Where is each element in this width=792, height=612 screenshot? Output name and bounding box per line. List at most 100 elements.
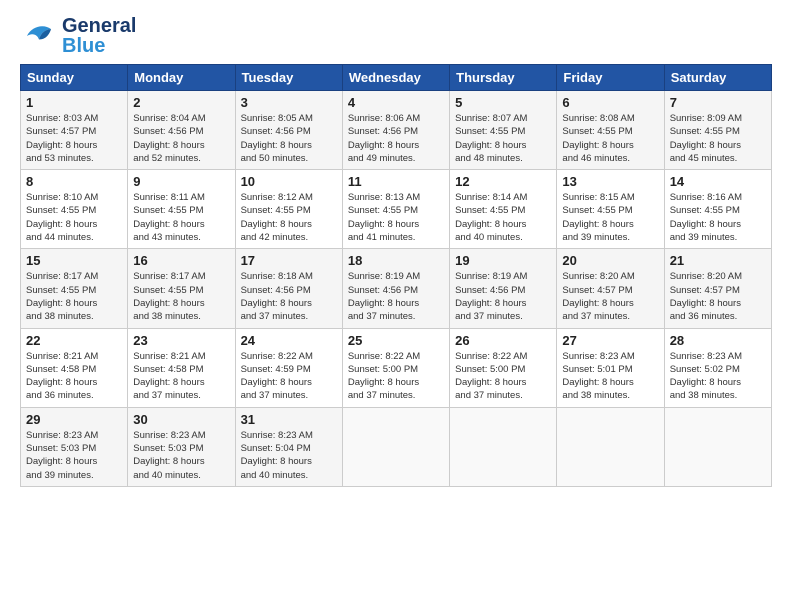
day-number: 29 xyxy=(26,412,122,427)
day-detail: Sunrise: 8:05 AMSunset: 4:56 PMDaylight:… xyxy=(241,112,337,165)
day-number: 30 xyxy=(133,412,229,427)
day-detail: Sunrise: 8:23 AMSunset: 5:03 PMDaylight:… xyxy=(26,429,122,482)
day-number: 12 xyxy=(455,174,551,189)
day-cell: 27 Sunrise: 8:23 AMSunset: 5:01 PMDaylig… xyxy=(557,328,664,407)
day-detail: Sunrise: 8:08 AMSunset: 4:55 PMDaylight:… xyxy=(562,112,658,165)
day-number: 1 xyxy=(26,95,122,110)
day-detail: Sunrise: 8:19 AMSunset: 4:56 PMDaylight:… xyxy=(348,270,444,323)
day-number: 2 xyxy=(133,95,229,110)
day-detail: Sunrise: 8:22 AMSunset: 5:00 PMDaylight:… xyxy=(348,350,444,403)
day-number: 23 xyxy=(133,333,229,348)
day-detail: Sunrise: 8:23 AMSunset: 5:02 PMDaylight:… xyxy=(670,350,766,403)
day-number: 9 xyxy=(133,174,229,189)
day-cell: 24 Sunrise: 8:22 AMSunset: 4:59 PMDaylig… xyxy=(235,328,342,407)
day-number: 6 xyxy=(562,95,658,110)
day-cell: 18 Sunrise: 8:19 AMSunset: 4:56 PMDaylig… xyxy=(342,249,449,328)
day-detail: Sunrise: 8:20 AMSunset: 4:57 PMDaylight:… xyxy=(562,270,658,323)
day-detail: Sunrise: 8:06 AMSunset: 4:56 PMDaylight:… xyxy=(348,112,444,165)
day-cell: 10 Sunrise: 8:12 AMSunset: 4:55 PMDaylig… xyxy=(235,170,342,249)
day-cell: 2 Sunrise: 8:04 AMSunset: 4:56 PMDayligh… xyxy=(128,91,235,170)
day-number: 27 xyxy=(562,333,658,348)
day-number: 13 xyxy=(562,174,658,189)
calendar-page: General Blue Sunday Monday Tuesday Wedne… xyxy=(0,0,792,612)
day-detail: Sunrise: 8:20 AMSunset: 4:57 PMDaylight:… xyxy=(670,270,766,323)
day-number: 25 xyxy=(348,333,444,348)
logo-name: General Blue xyxy=(62,16,136,56)
day-cell: 11 Sunrise: 8:13 AMSunset: 4:55 PMDaylig… xyxy=(342,170,449,249)
day-cell: 21 Sunrise: 8:20 AMSunset: 4:57 PMDaylig… xyxy=(664,249,771,328)
day-cell: 7 Sunrise: 8:09 AMSunset: 4:55 PMDayligh… xyxy=(664,91,771,170)
logo-icon xyxy=(20,17,58,55)
day-detail: Sunrise: 8:21 AMSunset: 4:58 PMDaylight:… xyxy=(133,350,229,403)
day-number: 31 xyxy=(241,412,337,427)
day-detail: Sunrise: 8:17 AMSunset: 4:55 PMDaylight:… xyxy=(26,270,122,323)
day-cell: 19 Sunrise: 8:19 AMSunset: 4:56 PMDaylig… xyxy=(450,249,557,328)
logo-general: General xyxy=(62,15,136,37)
day-cell: 13 Sunrise: 8:15 AMSunset: 4:55 PMDaylig… xyxy=(557,170,664,249)
logo-text-block: General Blue xyxy=(62,16,136,56)
day-detail: Sunrise: 8:21 AMSunset: 4:58 PMDaylight:… xyxy=(26,350,122,403)
day-number: 18 xyxy=(348,253,444,268)
header: General Blue xyxy=(20,16,772,56)
day-detail: Sunrise: 8:22 AMSunset: 4:59 PMDaylight:… xyxy=(241,350,337,403)
day-number: 16 xyxy=(133,253,229,268)
day-number: 19 xyxy=(455,253,551,268)
day-number: 15 xyxy=(26,253,122,268)
day-number: 22 xyxy=(26,333,122,348)
day-number: 17 xyxy=(241,253,337,268)
day-number: 11 xyxy=(348,174,444,189)
day-cell: 9 Sunrise: 8:11 AMSunset: 4:55 PMDayligh… xyxy=(128,170,235,249)
day-cell: 29 Sunrise: 8:23 AMSunset: 5:03 PMDaylig… xyxy=(21,407,128,486)
day-detail: Sunrise: 8:07 AMSunset: 4:55 PMDaylight:… xyxy=(455,112,551,165)
day-number: 7 xyxy=(670,95,766,110)
day-cell xyxy=(557,407,664,486)
day-detail: Sunrise: 8:23 AMSunset: 5:03 PMDaylight:… xyxy=(133,429,229,482)
day-number: 24 xyxy=(241,333,337,348)
week-row-5: 29 Sunrise: 8:23 AMSunset: 5:03 PMDaylig… xyxy=(21,407,772,486)
day-detail: Sunrise: 8:12 AMSunset: 4:55 PMDaylight:… xyxy=(241,191,337,244)
day-detail: Sunrise: 8:15 AMSunset: 4:55 PMDaylight:… xyxy=(562,191,658,244)
day-detail: Sunrise: 8:11 AMSunset: 4:55 PMDaylight:… xyxy=(133,191,229,244)
day-detail: Sunrise: 8:17 AMSunset: 4:55 PMDaylight:… xyxy=(133,270,229,323)
day-number: 10 xyxy=(241,174,337,189)
day-cell: 5 Sunrise: 8:07 AMSunset: 4:55 PMDayligh… xyxy=(450,91,557,170)
day-detail: Sunrise: 8:19 AMSunset: 4:56 PMDaylight:… xyxy=(455,270,551,323)
day-cell: 23 Sunrise: 8:21 AMSunset: 4:58 PMDaylig… xyxy=(128,328,235,407)
day-number: 8 xyxy=(26,174,122,189)
day-cell: 20 Sunrise: 8:20 AMSunset: 4:57 PMDaylig… xyxy=(557,249,664,328)
day-cell: 3 Sunrise: 8:05 AMSunset: 4:56 PMDayligh… xyxy=(235,91,342,170)
day-cell: 26 Sunrise: 8:22 AMSunset: 5:00 PMDaylig… xyxy=(450,328,557,407)
day-cell: 15 Sunrise: 8:17 AMSunset: 4:55 PMDaylig… xyxy=(21,249,128,328)
day-number: 3 xyxy=(241,95,337,110)
day-cell: 14 Sunrise: 8:16 AMSunset: 4:55 PMDaylig… xyxy=(664,170,771,249)
day-number: 21 xyxy=(670,253,766,268)
day-cell: 1 Sunrise: 8:03 AMSunset: 4:57 PMDayligh… xyxy=(21,91,128,170)
day-cell xyxy=(450,407,557,486)
day-number: 4 xyxy=(348,95,444,110)
header-sunday: Sunday xyxy=(21,65,128,91)
header-monday: Monday xyxy=(128,65,235,91)
day-detail: Sunrise: 8:04 AMSunset: 4:56 PMDaylight:… xyxy=(133,112,229,165)
day-cell xyxy=(664,407,771,486)
day-detail: Sunrise: 8:23 AMSunset: 5:04 PMDaylight:… xyxy=(241,429,337,482)
day-cell xyxy=(342,407,449,486)
day-detail: Sunrise: 8:03 AMSunset: 4:57 PMDaylight:… xyxy=(26,112,122,165)
logo: General Blue xyxy=(20,16,136,56)
day-cell: 12 Sunrise: 8:14 AMSunset: 4:55 PMDaylig… xyxy=(450,170,557,249)
header-saturday: Saturday xyxy=(664,65,771,91)
day-cell: 4 Sunrise: 8:06 AMSunset: 4:56 PMDayligh… xyxy=(342,91,449,170)
day-cell: 8 Sunrise: 8:10 AMSunset: 4:55 PMDayligh… xyxy=(21,170,128,249)
day-detail: Sunrise: 8:14 AMSunset: 4:55 PMDaylight:… xyxy=(455,191,551,244)
week-row-1: 1 Sunrise: 8:03 AMSunset: 4:57 PMDayligh… xyxy=(21,91,772,170)
day-cell: 25 Sunrise: 8:22 AMSunset: 5:00 PMDaylig… xyxy=(342,328,449,407)
day-cell: 16 Sunrise: 8:17 AMSunset: 4:55 PMDaylig… xyxy=(128,249,235,328)
day-number: 5 xyxy=(455,95,551,110)
day-detail: Sunrise: 8:23 AMSunset: 5:01 PMDaylight:… xyxy=(562,350,658,403)
header-friday: Friday xyxy=(557,65,664,91)
day-detail: Sunrise: 8:16 AMSunset: 4:55 PMDaylight:… xyxy=(670,191,766,244)
header-thursday: Thursday xyxy=(450,65,557,91)
day-cell: 31 Sunrise: 8:23 AMSunset: 5:04 PMDaylig… xyxy=(235,407,342,486)
day-detail: Sunrise: 8:13 AMSunset: 4:55 PMDaylight:… xyxy=(348,191,444,244)
day-cell: 17 Sunrise: 8:18 AMSunset: 4:56 PMDaylig… xyxy=(235,249,342,328)
week-row-3: 15 Sunrise: 8:17 AMSunset: 4:55 PMDaylig… xyxy=(21,249,772,328)
